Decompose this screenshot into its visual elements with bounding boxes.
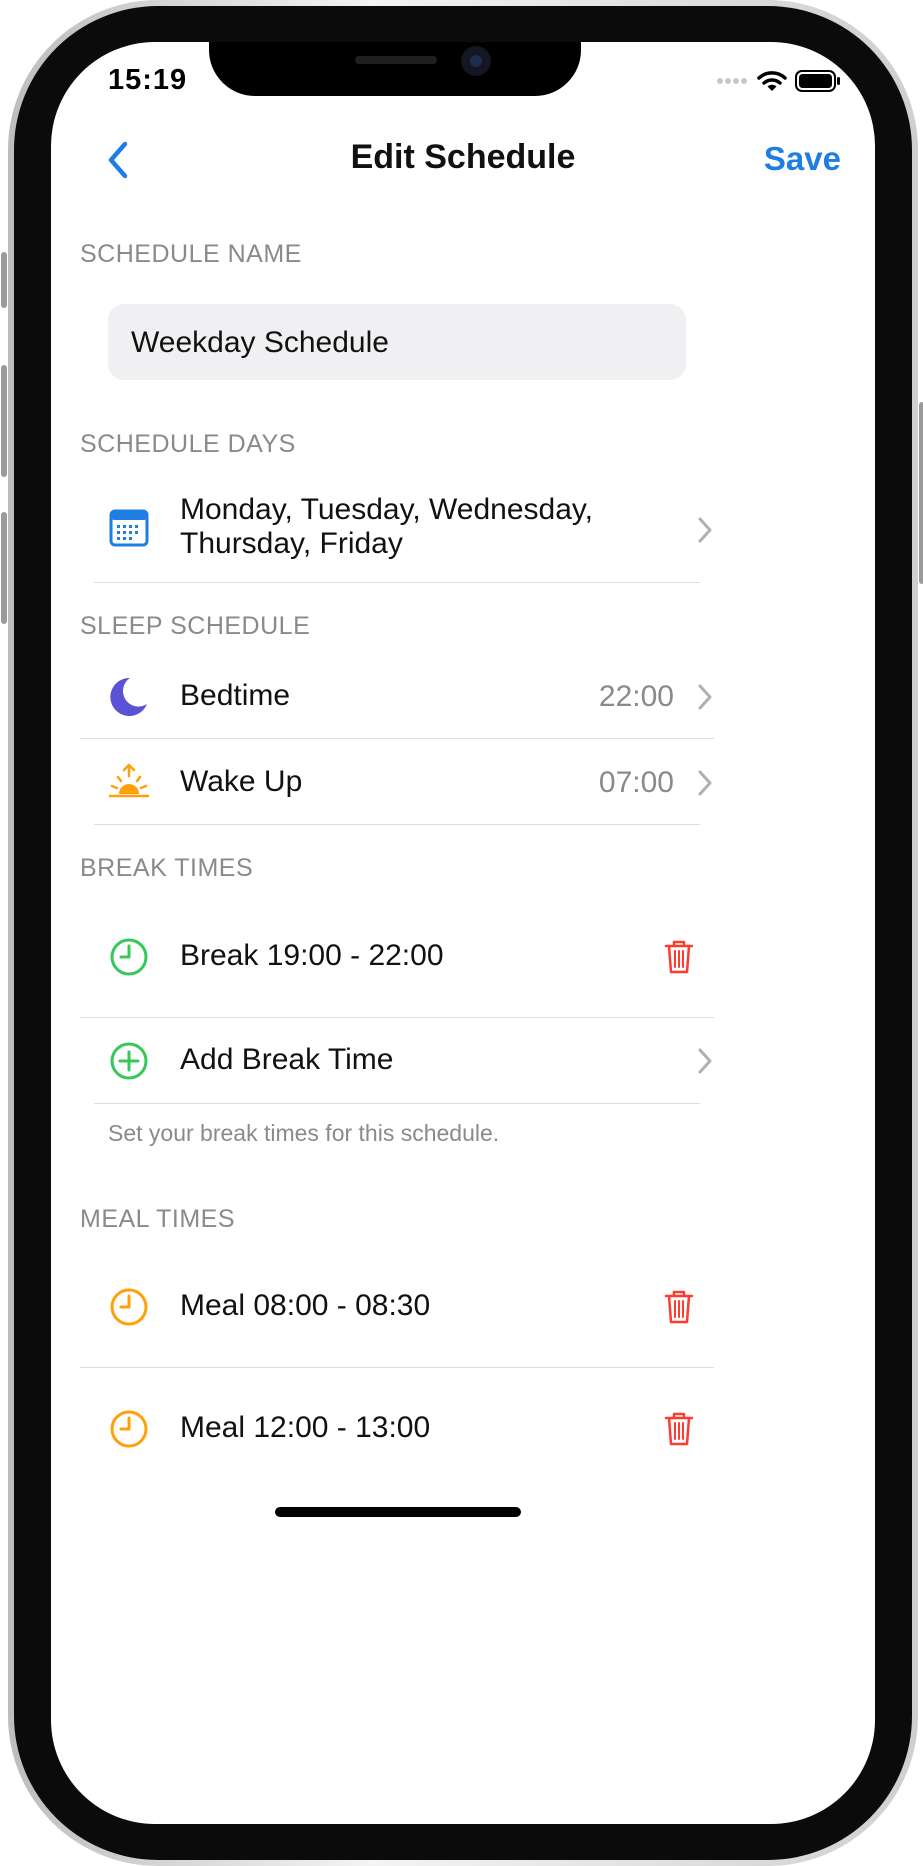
schedule-days-line2: Thursday, Friday [180, 527, 403, 560]
list-item-break[interactable]: Break 19:00 - 22:00 [80, 902, 714, 1014]
chevron-right-icon [698, 770, 712, 796]
bedtime-label: Bedtime [180, 679, 291, 712]
clock-icon [110, 938, 148, 976]
speaker [355, 56, 437, 64]
divider [80, 1367, 714, 1368]
schedule-name-field[interactable]: Weekday Schedule [108, 304, 686, 380]
list-item-meal[interactable]: Meal 08:00 - 08:30 [80, 1252, 714, 1364]
navigation-bar: Edit Schedule Save [51, 132, 875, 188]
chevron-right-icon [698, 517, 712, 543]
clock-icon [110, 1410, 148, 1448]
list-item-meal[interactable]: Meal 12:00 - 13:00 [80, 1369, 714, 1487]
status-icons [717, 70, 841, 92]
break-footnote: Set your break times for this schedule. [108, 1120, 500, 1146]
chevron-right-icon [698, 684, 712, 710]
calendar-icon [109, 509, 149, 547]
section-header-break-times: BREAK TIMES [80, 854, 254, 882]
wakeup-row[interactable]: Wake Up 07:00 [80, 740, 714, 824]
schedule-name-value: Weekday Schedule [131, 326, 389, 359]
status-time: 15:19 [108, 64, 188, 96]
save-button[interactable]: Save [764, 140, 841, 178]
add-break-time-button[interactable]: Add Break Time [80, 1019, 714, 1103]
divider [94, 824, 700, 825]
chevron-right-icon [698, 1048, 712, 1074]
notch [209, 42, 581, 96]
trash-icon[interactable] [664, 1290, 694, 1324]
moon-icon [110, 677, 147, 716]
divider [94, 582, 700, 583]
bedtime-row[interactable]: Bedtime 22:00 [80, 654, 714, 738]
add-circle-icon [110, 1042, 148, 1080]
sunrise-icon [108, 763, 150, 798]
wakeup-label: Wake Up [180, 765, 303, 798]
schedule-days-line1: Monday, Tuesday, Wednesday, [180, 493, 594, 526]
mute-switch [1, 252, 7, 308]
home-indicator[interactable] [275, 1507, 521, 1517]
screen: 15:19 Edit Schedule Save SCHEDULE NAME W… [51, 42, 875, 1824]
phone-frame: 15:19 Edit Schedule Save SCHEDULE NAME W… [1, 0, 923, 1866]
break-label: Break 19:00 - 22:00 [180, 939, 444, 972]
section-header-schedule-days: SCHEDULE DAYS [80, 430, 296, 458]
front-camera [461, 46, 491, 76]
divider [94, 1103, 700, 1104]
meal-label: Meal 08:00 - 08:30 [180, 1289, 431, 1322]
bedtime-value: 22:00 [598, 680, 674, 713]
signal-icon [717, 78, 747, 84]
add-break-label: Add Break Time [180, 1043, 394, 1076]
page-title: Edit Schedule [350, 138, 576, 176]
trash-icon[interactable] [664, 940, 694, 974]
section-header-sleep-schedule: SLEEP SCHEDULE [80, 612, 311, 640]
divider [80, 738, 714, 739]
clock-icon [110, 1288, 148, 1326]
meal-label: Meal 12:00 - 13:00 [180, 1411, 431, 1444]
section-header-schedule-name: SCHEDULE NAME [80, 240, 302, 268]
section-header-meal-times: MEAL TIMES [80, 1205, 236, 1233]
wifi-icon [757, 71, 787, 91]
power-button [919, 402, 923, 584]
divider [80, 1017, 714, 1018]
battery-icon [795, 70, 840, 92]
wakeup-value: 07:00 [598, 766, 674, 799]
trash-icon[interactable] [664, 1412, 694, 1446]
volume-down-button [1, 512, 7, 624]
schedule-days-row[interactable]: Monday, Tuesday, Wednesday, Thursday, Fr… [80, 482, 714, 582]
volume-up-button [1, 365, 7, 477]
